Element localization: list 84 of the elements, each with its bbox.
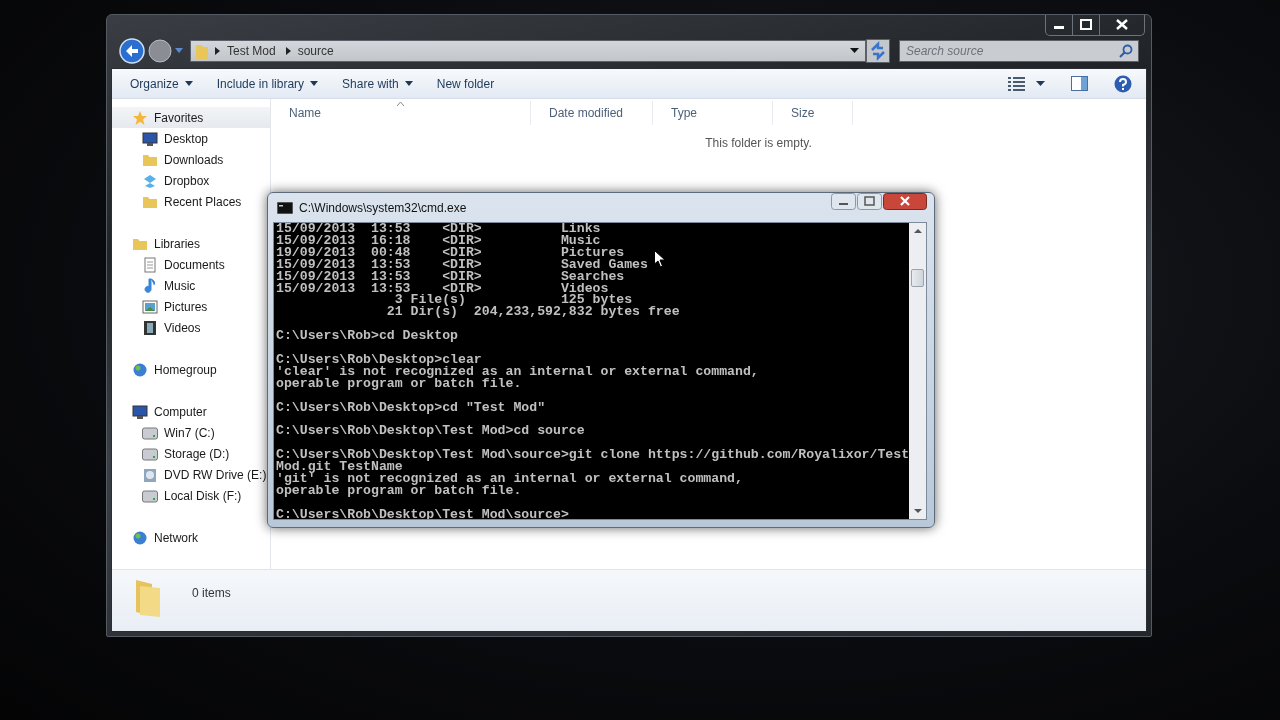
console-line: 3 File(s) 125 bytes (394, 294, 633, 307)
empty-folder-message: This folder is empty. (704, 136, 813, 150)
sidebar-item[interactable]: Local Disk (F:) (112, 485, 270, 506)
search-icon (1119, 44, 1133, 58)
toolbar-button[interactable]: Share with (334, 72, 421, 95)
sidebar-item[interactable]: Win7 (C:) (112, 422, 270, 443)
globe-icon (132, 361, 148, 378)
breadcrumb[interactable]: Test Mod (227, 44, 276, 58)
forward-icon[interactable] (148, 39, 172, 63)
console-line: operable program or batch file. (276, 377, 522, 390)
toolbar-button[interactable]: Include in library (208, 72, 327, 95)
close-icon[interactable] (883, 193, 927, 210)
caret-icon[interactable] (850, 48, 859, 54)
scrollbar[interactable] (909, 223, 926, 519)
breadcrumb[interactable]: source (297, 44, 334, 58)
cursor-icon (654, 250, 666, 268)
sidebar-item[interactable]: Downloads (112, 149, 270, 170)
toolbar-button[interactable]: Organize (122, 72, 201, 95)
drive-icon (142, 445, 158, 462)
console-line: Mod.git TestName (276, 461, 403, 473)
console-line: 21 Dir(s) 204,233,592,832 bytes free (385, 306, 680, 319)
minimize-icon[interactable] (831, 193, 856, 210)
console-line: 'clear' is not recognized as an internal or external command, (276, 365, 759, 378)
column-header[interactable]: Type (653, 101, 773, 125)
window-title: C:\Windows\system32\cmd.exe (299, 200, 467, 215)
note-icon (142, 277, 158, 294)
caret-icon (404, 81, 413, 86)
toolbar-button[interactable]: New folder (428, 72, 503, 95)
console-line: C:\Users\Rob\Desktop\Test Mod\source>git clone https://github.com/Royalixor/Test (276, 449, 909, 462)
sidebar-item[interactable]: Recent Places (112, 191, 270, 212)
item-count: 0 items (192, 586, 231, 600)
caret-icon (184, 81, 193, 86)
sidebar-item[interactable]: Music (112, 275, 270, 296)
chevron-icon[interactable] (285, 47, 292, 55)
help-icon[interactable] (1114, 74, 1132, 93)
console-line: 15/09/2013 16:18 <DIR> Music (276, 234, 601, 247)
refresh-icon[interactable] (866, 39, 890, 63)
console-line: C:\Users\Rob>cd Desktop (276, 330, 459, 343)
column-header[interactable]: Name (271, 101, 531, 125)
sidebar-item[interactable]: Documents (112, 254, 270, 275)
sidebar-item[interactable]: Homegroup (112, 359, 270, 380)
sidebar-item[interactable]: Computer (112, 401, 270, 422)
console-line: 15/09/2013 13:53 <DIR> Videos (276, 282, 609, 295)
film-icon (142, 319, 158, 336)
console-line: C:\Users\Rob\Desktop>cd "Test Mod" (276, 401, 546, 414)
sidebar-item[interactable]: Storage (D:) (112, 443, 270, 464)
caret-icon[interactable] (1036, 81, 1045, 86)
drive-icon (142, 424, 158, 441)
view-list-icon[interactable] (1008, 76, 1026, 91)
box-icon (142, 172, 158, 189)
preview-pane-icon[interactable] (1071, 76, 1088, 91)
caret-icon (310, 81, 319, 86)
console-line: 15/09/2013 13:53 <DIR> Searches (276, 270, 625, 283)
monitor-icon (142, 130, 158, 147)
sidebar-item[interactable]: Favorites (112, 107, 270, 128)
sidebar-item[interactable]: Libraries (112, 233, 270, 254)
scroll-thumb[interactable] (911, 269, 924, 287)
sidebar-item[interactable]: Dropbox (112, 170, 270, 191)
sidebar-item[interactable]: Videos (112, 317, 270, 338)
address-bar[interactable]: Test Mod source (190, 40, 866, 62)
console-line: 15/09/2013 13:53 <DIR> Saved Games (276, 258, 648, 271)
back-icon[interactable] (119, 38, 145, 64)
monitor-icon (132, 403, 148, 420)
folder-icon (195, 42, 209, 60)
console-line: 'git' is not recognized as an internal or external command, (276, 472, 743, 485)
sidebar-item[interactable]: Pictures (112, 296, 270, 317)
star-icon (132, 109, 148, 126)
console-line: 19/09/2013 00:48 <DIR> Pictures (276, 246, 625, 259)
console-icon (277, 201, 293, 214)
sidebar-item[interactable]: DVD RW Drive (E:) (112, 464, 270, 485)
column-header[interactable]: Date modified (531, 101, 653, 125)
column-header[interactable]: Size (773, 101, 853, 125)
console-line: 15/09/2013 13:53 <DIR> Links (276, 223, 601, 235)
console-line: operable program or batch file. (276, 484, 522, 497)
picture-icon (142, 298, 158, 315)
chevron-icon[interactable] (215, 47, 221, 55)
globe-icon (132, 529, 148, 546)
search-field[interactable]: Search source (899, 40, 1139, 62)
console-line: C:\Users\Rob\Desktop>clear (276, 353, 482, 366)
console-line: C:\Users\Rob\Desktop\Test Mod>cd source (276, 425, 585, 438)
sidebar-item[interactable]: Desktop (112, 128, 270, 149)
drive-icon (142, 487, 158, 504)
document-icon (142, 256, 158, 273)
sidebar-item[interactable]: Network (112, 527, 270, 548)
